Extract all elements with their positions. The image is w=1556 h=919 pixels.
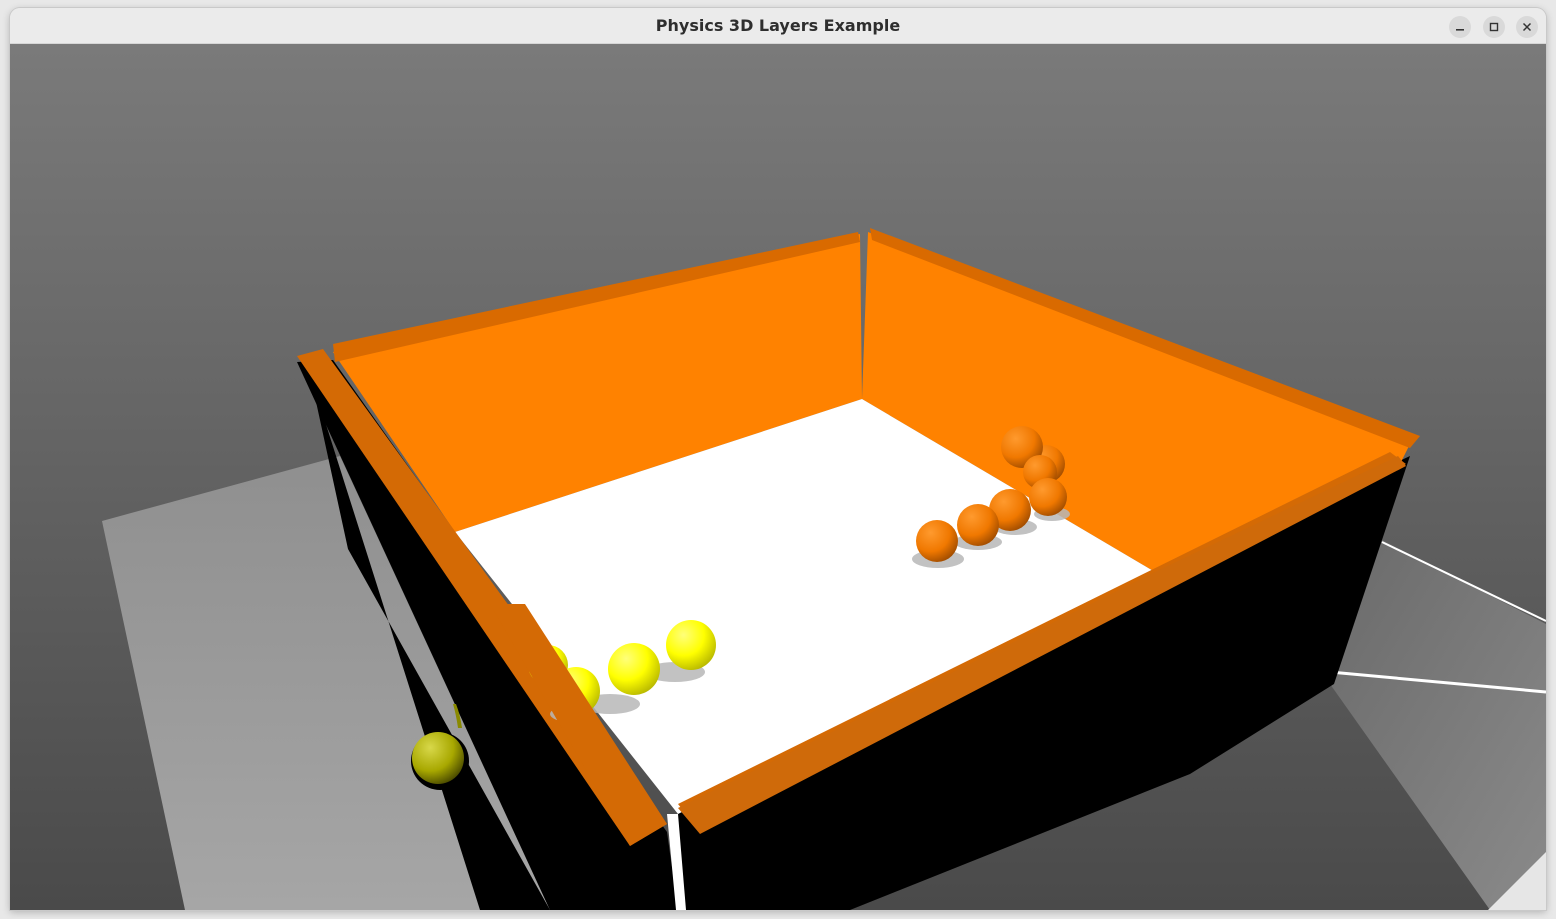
title-bar[interactable]: Physics 3D Layers Example — [10, 8, 1546, 44]
orange-ball — [1029, 478, 1067, 516]
window-title: Physics 3D Layers Example — [655, 16, 901, 35]
minimize-icon — [1455, 22, 1465, 32]
yellow-ball — [608, 643, 660, 695]
orange-ball — [957, 504, 999, 546]
yellow-ball — [666, 620, 716, 670]
scene-canvas[interactable] — [10, 44, 1546, 910]
close-button[interactable] — [1516, 16, 1538, 38]
maximize-icon — [1489, 22, 1499, 32]
maximize-button[interactable] — [1483, 16, 1505, 38]
fallen-yellow-ball — [412, 732, 464, 784]
minimize-button[interactable] — [1449, 16, 1471, 38]
orange-ball — [916, 520, 958, 562]
app-window: Physics 3D Layers Example — [10, 8, 1546, 910]
3d-viewport[interactable] — [10, 44, 1546, 910]
close-icon — [1522, 22, 1532, 32]
